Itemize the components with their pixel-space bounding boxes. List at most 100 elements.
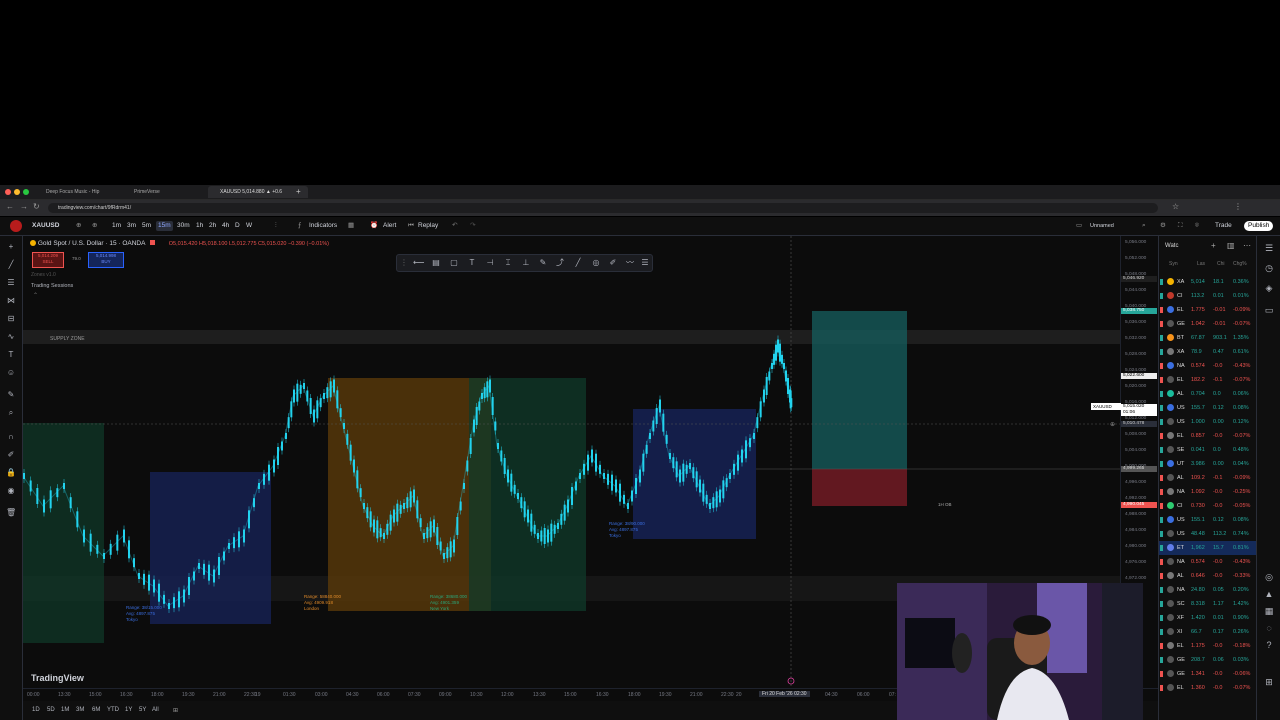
minimize-window-icon[interactable] [14, 189, 20, 195]
watchlist-row[interactable]: AL 0.646 -0.0 -0.33% [1159, 569, 1257, 583]
browser-menu-icon[interactable]: ⋮ [1234, 202, 1242, 211]
watchlist-row[interactable]: SC 8.318 1.17 1.42% [1159, 597, 1257, 611]
calendar-icon[interactable]: ▦ [1263, 605, 1275, 617]
interval-4h[interactable]: 4h [222, 221, 229, 231]
watchlist-row[interactable]: EL 182.2 -0.1 -0.07% [1159, 373, 1257, 387]
brush-icon[interactable]: ∿ [6, 332, 16, 342]
parallel-channel-icon[interactable]: ▤ [431, 258, 441, 268]
long-position-stop-zone[interactable] [812, 469, 907, 506]
watchlist-row[interactable]: NA 0.574 -0.0 -0.43% [1159, 359, 1257, 373]
interval-30m[interactable]: 30m [177, 221, 190, 231]
wave-icon[interactable]: 〰 [625, 258, 635, 268]
replay-button[interactable]: Replay [418, 221, 438, 231]
redo-icon[interactable]: ↷ [470, 221, 475, 231]
watchlist-row[interactable]: XA 78.9 0.47 0.61% [1159, 345, 1257, 359]
indicators-button[interactable]: Indicators [309, 221, 337, 231]
templates-icon[interactable]: ▦ [348, 221, 354, 231]
watchlist-row[interactable]: UT 3.986 0.00 0.04% [1159, 457, 1257, 471]
maximize-window-icon[interactable] [23, 189, 29, 195]
alerts-clock-icon[interactable]: ◷ [1263, 262, 1275, 274]
snapshot-icon[interactable]: ⌾ [1195, 221, 1199, 231]
range-button[interactable]: 5Y [139, 707, 146, 713]
brush-tool-icon[interactable]: ✐ [608, 258, 618, 268]
symbol-title[interactable]: Gold Spot / U.S. Dollar · 15 · OANDA [38, 240, 145, 247]
col-last[interactable]: Las [1197, 261, 1205, 267]
watchlist-row[interactable]: XF 1.420 0.01 0.90% [1159, 611, 1257, 625]
range-button[interactable]: 6M [92, 707, 100, 713]
col-change-pct[interactable]: Chg% [1233, 261, 1247, 267]
compare-icon[interactable]: ⊕ [76, 221, 81, 231]
browser-tab-primeverse[interactable]: PrimeVerse [122, 186, 214, 198]
date-range-icon[interactable]: ⊞ [173, 707, 178, 714]
eye-icon[interactable]: ◉ [6, 486, 16, 496]
add-symbol-watch-icon[interactable]: + [1211, 241, 1216, 250]
address-bar[interactable]: tradingview.com/chart/9fRdrm41/ [48, 203, 1158, 213]
pencil-lock-icon[interactable]: ✐ [6, 450, 16, 460]
col-symbol[interactable]: Syn [1169, 261, 1178, 267]
back-icon[interactable]: ← [6, 202, 14, 211]
forecast-icon[interactable]: ⊟ [6, 314, 16, 324]
interval-1h[interactable]: 1h [196, 221, 203, 231]
interval-5m[interactable]: 5m [142, 221, 151, 231]
line-icon[interactable]: ╱ [573, 258, 583, 268]
range-button[interactable]: YTD [107, 707, 119, 713]
alert-button[interactable]: Alert [383, 221, 396, 231]
range-button[interactable]: 1Y [125, 707, 132, 713]
watchlist-row[interactable]: EL 0.857 -0.0 -0.07% [1159, 429, 1257, 443]
lock-icon[interactable]: 🔒 [6, 468, 16, 478]
watchlist-layout-icon[interactable]: ▥ [1227, 241, 1235, 250]
publish-button[interactable]: Publish [1244, 221, 1274, 231]
horizontal-ray-icon[interactable]: ⟵ [413, 258, 424, 268]
text-icon[interactable]: T [6, 350, 16, 360]
range-button[interactable]: 5D [47, 707, 55, 713]
watchlist-title[interactable]: Watc [1165, 243, 1178, 249]
watchlist-row[interactable]: NA 0.574 -0.0 -0.43% [1159, 555, 1257, 569]
browser-tab-music[interactable]: Deep Focus Music - Hip [34, 186, 126, 198]
watchlist-row[interactable]: AL 109.2 -0.1 -0.09% [1159, 471, 1257, 485]
watchlist-row[interactable]: ET 1,962 15.7 0.81% [1159, 541, 1257, 555]
reload-icon[interactable]: ↻ [33, 202, 40, 211]
long-position-profit-zone[interactable] [812, 311, 907, 469]
watchlist-row[interactable]: NA 24.80 0.05 0.20% [1159, 583, 1257, 597]
undo-icon[interactable]: ↶ [452, 221, 457, 231]
forward-icon[interactable]: → [20, 202, 28, 211]
star-icon[interactable]: ☆ [1172, 202, 1179, 211]
watchlist-row[interactable]: XA 5,014 18.1 0.36% [1159, 275, 1257, 289]
watchlist-row[interactable]: GE 1.341 -0.0 -0.06% [1159, 667, 1257, 681]
fullscreen-icon[interactable]: ⛶ [1178, 221, 1183, 231]
range-button[interactable]: 1M [61, 707, 69, 713]
range-button[interactable]: 3M [76, 707, 84, 713]
watchlist-row[interactable]: EL 1.360 -0.0 -0.07% [1159, 681, 1257, 695]
trend-line-icon[interactable]: ╱ [6, 260, 16, 270]
watchlist-icon[interactable]: ☰ [1263, 242, 1275, 254]
interval-d[interactable]: D [235, 221, 240, 231]
ideas-icon[interactable]: ◎ [1263, 571, 1275, 583]
grid-icon[interactable]: ⊞ [1263, 676, 1275, 688]
watchlist-row[interactable]: AL 0.704 0.0 0.06% [1159, 387, 1257, 401]
indicator-sessions-label[interactable]: Trading Sessions [31, 283, 73, 289]
zoom-icon[interactable]: ⌕ [6, 408, 16, 418]
trash-icon[interactable]: 🗑 [6, 508, 16, 518]
magnet-icon[interactable]: ∩ [6, 432, 16, 442]
watchlist-row[interactable]: US 48.48 113.2 0.74% [1159, 527, 1257, 541]
fib-icon[interactable]: ☰ [6, 278, 16, 288]
vertical-measure-icon[interactable]: ⌶ [503, 258, 513, 268]
indicator-zones-label[interactable]: Zones v1.0 [31, 272, 56, 278]
pattern-icon[interactable]: ⋈ [6, 296, 16, 306]
position-icon[interactable]: ⊥ [521, 258, 531, 268]
sell-button[interactable]: 5,014.209 SELL [32, 252, 64, 268]
watchlist-row[interactable]: US 155.1 0.12 0.08% [1159, 513, 1257, 527]
interval-2h[interactable]: 2h [209, 221, 216, 231]
collapse-legend-icon[interactable]: ⌃ [33, 292, 38, 299]
watchlist-row[interactable]: NA 1.092 -0.0 -0.25% [1159, 485, 1257, 499]
range-button[interactable]: 1D [32, 707, 40, 713]
interval-15m[interactable]: 15m [156, 221, 173, 231]
buy-button[interactable]: 5,014.998 BUY [88, 252, 124, 268]
chart-type-icon[interactable]: ⫶ [275, 221, 277, 231]
avatar[interactable] [10, 220, 22, 232]
ruler-icon[interactable]: ✎ [6, 390, 16, 400]
text-tool-icon[interactable]: T [467, 258, 477, 268]
close-window-icon[interactable] [5, 189, 11, 195]
curve-icon[interactable]: ⤴ [555, 258, 565, 268]
browser-tab-tradingview[interactable]: XAUUSD 5,014.880 ▲ +0.6 [208, 186, 308, 198]
